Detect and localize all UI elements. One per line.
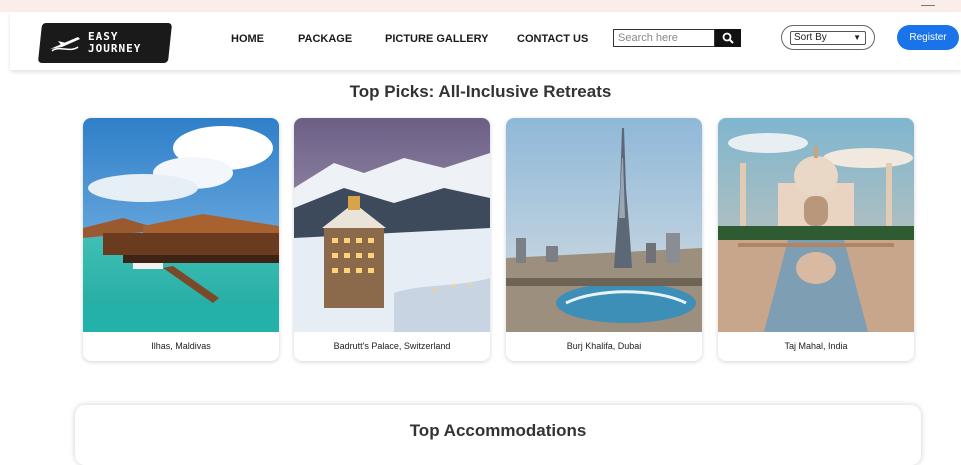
- dubai-photo: [506, 118, 702, 332]
- switzerland-photo: [294, 118, 490, 332]
- nav-picture-gallery[interactable]: PICTURE GALLERY: [385, 33, 489, 45]
- sort-container: Sort By ▼: [781, 25, 875, 50]
- destination-card-dubai[interactable]: Burj Khalifa, Dubai: [506, 118, 702, 361]
- navbar: EASY JOURNEY HOME PACKAGE PICTURE GALLER…: [10, 12, 961, 70]
- search-input[interactable]: [613, 29, 715, 47]
- maldives-photo: [83, 118, 279, 332]
- minimize-dash: [921, 5, 935, 6]
- card-caption: Ilhas, Maldivas: [151, 341, 211, 351]
- accommodations-title: Top Accommodations: [409, 421, 587, 440]
- nav-package[interactable]: PACKAGE: [298, 33, 352, 45]
- sort-select[interactable]: Sort By ▼: [790, 31, 866, 45]
- nav-home[interactable]: HOME: [231, 33, 264, 45]
- card-caption: Badrutt's Palace, Switzerland: [333, 341, 451, 351]
- destination-card-maldives[interactable]: Ilhas, Maldivas: [83, 118, 279, 361]
- top-picks-title: Top Picks: All-Inclusive Retreats: [349, 82, 612, 101]
- card-caption: Burj Khalifa, Dubai: [566, 341, 642, 351]
- register-button[interactable]: Register: [897, 25, 959, 50]
- accommodations-panel: Top Accommodations: [75, 405, 921, 465]
- destination-card-taj-mahal[interactable]: Taj Mahal, India: [718, 118, 914, 361]
- taj-mahal-photo: [718, 118, 914, 332]
- brand-line-2: JOURNEY: [88, 42, 142, 55]
- search-button[interactable]: [715, 29, 741, 47]
- card-caption: Taj Mahal, India: [784, 341, 848, 351]
- brand-logo[interactable]: EASY JOURNEY: [37, 23, 173, 63]
- chevron-down-icon: ▼: [853, 33, 861, 42]
- destination-card-switzerland[interactable]: Badrutt's Palace, Switzerland: [294, 118, 490, 361]
- plane-logo-icon: [50, 37, 80, 52]
- nav-contact-us[interactable]: CONTACT US: [517, 33, 588, 45]
- sort-selected-value: Sort By: [794, 32, 827, 43]
- brand-name: EASY JOURNEY: [88, 30, 142, 55]
- top-strip: [0, 0, 961, 12]
- search-icon: [722, 32, 734, 44]
